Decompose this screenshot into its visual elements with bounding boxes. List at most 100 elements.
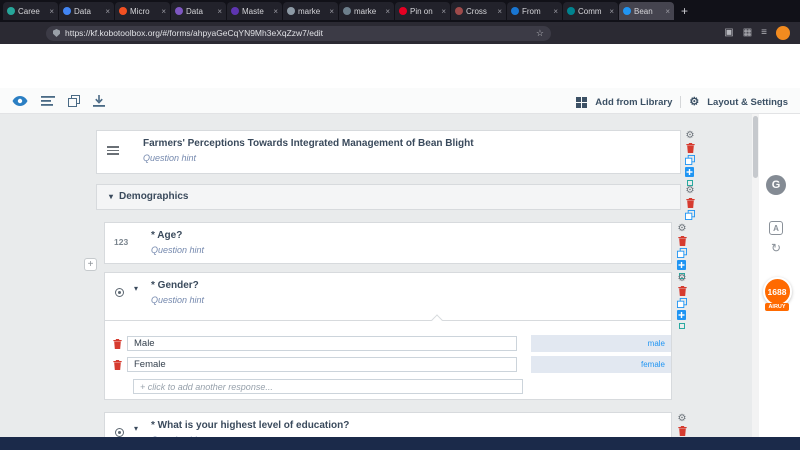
new-tab-button[interactable]: + bbox=[681, 4, 688, 18]
settings-gear-icon[interactable]: ⚙ bbox=[686, 186, 695, 196]
browser-menu-icon[interactable]: ≡ bbox=[761, 28, 767, 38]
browser-tab[interactable]: Maste× bbox=[227, 2, 282, 20]
browser-tab-strip: Caree× Data× Micro× Data× Maste× marke× … bbox=[0, 0, 800, 22]
browser-tab-active[interactable]: Bean× bbox=[619, 2, 674, 20]
delete-trash-icon[interactable] bbox=[678, 426, 687, 436]
1688-extension-badge[interactable]: 1688 AIRUY bbox=[761, 277, 793, 311]
browser-tab[interactable]: marke× bbox=[339, 2, 394, 20]
delete-option-icon[interactable] bbox=[113, 339, 122, 349]
tab-close-icon[interactable]: × bbox=[497, 7, 502, 16]
add-from-library-button[interactable]: Add from Library bbox=[595, 97, 672, 108]
browser-tab[interactable]: Micro× bbox=[115, 2, 170, 20]
question-label-text: * What is your highest level of educatio… bbox=[151, 420, 349, 431]
delete-trash-icon[interactable] bbox=[678, 236, 687, 246]
tab-title: Caree bbox=[18, 7, 46, 16]
import-download-icon[interactable] bbox=[93, 95, 105, 107]
settings-gear-icon[interactable]: ⚙ bbox=[686, 131, 695, 141]
delete-trash-icon[interactable] bbox=[686, 143, 695, 153]
question-card-education[interactable]: ▾ * What is your highest level of educat… bbox=[104, 412, 672, 437]
browser-tab[interactable]: Caree× bbox=[3, 2, 58, 20]
browser-tab[interactable]: Data× bbox=[59, 2, 114, 20]
extension-icon[interactable]: ▣ bbox=[724, 28, 733, 38]
question-action-icons: ⚙ bbox=[676, 274, 688, 329]
add-to-library-icon[interactable] bbox=[685, 167, 695, 177]
tab-close-icon[interactable]: × bbox=[273, 7, 278, 16]
tab-close-icon[interactable]: × bbox=[609, 7, 614, 16]
option-value-tag[interactable]: male bbox=[531, 335, 671, 352]
extensions-puzzle-icon[interactable]: ▦ bbox=[743, 28, 752, 38]
tab-close-icon[interactable]: × bbox=[105, 7, 110, 16]
tab-close-icon[interactable]: × bbox=[161, 7, 166, 16]
option-value-tag[interactable]: female bbox=[531, 356, 671, 373]
group-action-icons: ⚙ bbox=[684, 186, 696, 220]
browser-tab[interactable]: Data× bbox=[171, 2, 226, 20]
options-collapse-caret-icon[interactable]: ▾ bbox=[134, 424, 138, 433]
add-option-input[interactable]: + click to add another response... bbox=[133, 379, 523, 394]
settings-gear-icon[interactable]: ⚙ bbox=[678, 274, 687, 284]
form-title-card[interactable]: Farmers' Perceptions Towards Integrated … bbox=[96, 130, 681, 174]
select-one-radio-icon bbox=[115, 288, 124, 297]
delete-option-icon[interactable] bbox=[113, 360, 122, 370]
question-card-age[interactable]: 123 * Age? Question hint bbox=[104, 222, 672, 264]
duplicate-icon[interactable] bbox=[685, 155, 695, 165]
profile-avatar[interactable] bbox=[776, 26, 790, 40]
settings-gear-icon[interactable]: ⚙ bbox=[678, 414, 687, 424]
tab-title: marke bbox=[354, 7, 382, 16]
site-security-icon[interactable] bbox=[53, 29, 60, 37]
add-question-button[interactable]: + bbox=[84, 258, 97, 271]
scrollbar-thumb[interactable] bbox=[753, 116, 758, 178]
settings-gear-icon[interactable]: ⚙ bbox=[678, 224, 687, 234]
question-label-text: * Gender? bbox=[151, 280, 199, 291]
tab-favicon bbox=[63, 7, 71, 15]
question-card-gender[interactable]: ▾ * Gender? Question hint bbox=[104, 272, 672, 321]
tab-close-icon[interactable]: × bbox=[385, 7, 390, 16]
tab-close-icon[interactable]: × bbox=[441, 7, 446, 16]
url-field[interactable]: https://kf.kobotoolbox.org/#/forms/ahpya… bbox=[46, 26, 551, 41]
duplicate-icon[interactable] bbox=[685, 210, 695, 220]
options-panel: Male male Female female + click to add a… bbox=[104, 320, 672, 400]
bookmark-star-icon[interactable]: ☆ bbox=[536, 28, 544, 39]
add-to-library-icon[interactable] bbox=[677, 310, 687, 320]
card-action-icons: ⚙ bbox=[684, 131, 696, 186]
duplicate-icon[interactable] bbox=[677, 248, 687, 258]
options-collapse-caret-icon[interactable]: ▾ bbox=[134, 284, 138, 293]
tab-favicon bbox=[455, 7, 463, 15]
browser-tab[interactable]: Comm× bbox=[563, 2, 618, 20]
browser-address-bar: https://kf.kobotoolbox.org/#/forms/ahpya… bbox=[0, 22, 800, 44]
add-to-library-icon[interactable] bbox=[677, 260, 687, 270]
browser-tab[interactable]: From× bbox=[507, 2, 562, 20]
badge-number[interactable]: 1688 bbox=[763, 277, 792, 306]
tab-close-icon[interactable]: × bbox=[329, 7, 334, 16]
option-row: Female bbox=[113, 356, 517, 373]
question-hint-text: Question hint bbox=[143, 153, 196, 163]
tab-close-icon[interactable]: × bbox=[49, 7, 54, 16]
option-label-input[interactable]: Male bbox=[127, 336, 517, 351]
badge-label: AIRUY bbox=[765, 303, 788, 311]
group-collapse-caret-icon[interactable]: ▾ bbox=[109, 192, 113, 201]
delete-trash-icon[interactable] bbox=[678, 286, 687, 296]
drag-handle-icon[interactable] bbox=[107, 146, 119, 155]
browser-tab[interactable]: Pin on× bbox=[395, 2, 450, 20]
duplicate-icon[interactable] bbox=[677, 298, 687, 308]
tab-close-icon[interactable]: × bbox=[217, 7, 222, 16]
history-refresh-icon[interactable]: ↻ bbox=[769, 241, 783, 255]
form-settings-icon[interactable] bbox=[41, 95, 55, 107]
clone-form-icon[interactable] bbox=[68, 95, 80, 107]
screenshot-translate-icon[interactable]: A bbox=[769, 221, 783, 235]
cascade-icon[interactable] bbox=[679, 323, 685, 329]
url-text: https://kf.kobotoolbox.org/#/forms/ahpya… bbox=[65, 28, 531, 38]
browser-tab[interactable]: Cross× bbox=[451, 2, 506, 20]
browser-tab[interactable]: marke× bbox=[283, 2, 338, 20]
layout-settings-button[interactable]: Layout & Settings bbox=[707, 97, 788, 108]
option-label-input[interactable]: Female bbox=[127, 357, 517, 372]
delete-trash-icon[interactable] bbox=[686, 198, 695, 208]
tab-title: marke bbox=[298, 7, 326, 16]
preview-eye-icon[interactable] bbox=[12, 95, 28, 107]
question-action-icons: ⚙ bbox=[676, 224, 688, 279]
grammarly-extension-icon[interactable]: G bbox=[766, 175, 786, 195]
tab-favicon bbox=[7, 7, 15, 15]
bottom-taskbar bbox=[0, 437, 800, 450]
tab-close-icon[interactable]: × bbox=[665, 7, 670, 16]
tab-close-icon[interactable]: × bbox=[553, 7, 558, 16]
group-card-demographics[interactable]: ▾Demographics bbox=[96, 184, 681, 210]
